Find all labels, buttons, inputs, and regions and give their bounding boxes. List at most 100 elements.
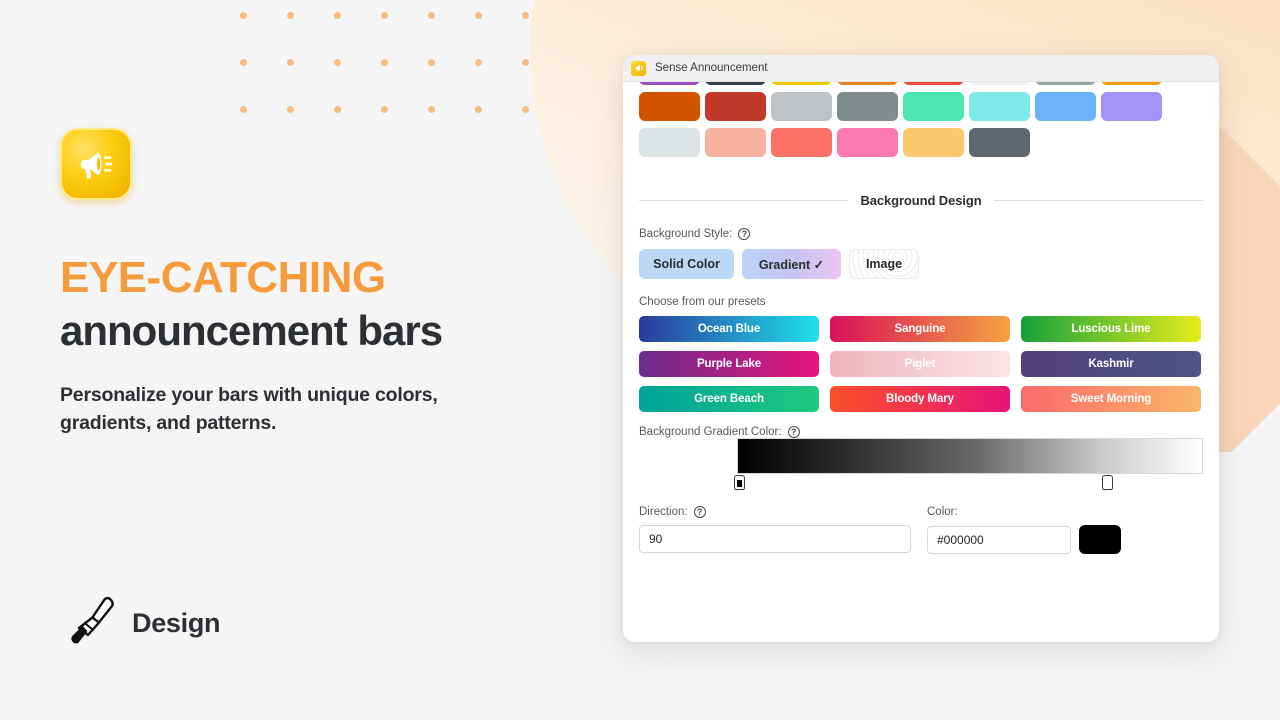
style-option-gradient[interactable]: Gradient ✓ — [742, 249, 841, 279]
color-swatch[interactable] — [771, 128, 832, 157]
gradient-preview-bar[interactable] — [737, 438, 1203, 474]
style-option-image[interactable]: Image — [849, 249, 919, 279]
color-input-row — [927, 525, 1203, 554]
gradient-preset-purple-lake[interactable]: Purple Lake — [639, 351, 819, 377]
color-swatch[interactable] — [1035, 82, 1096, 85]
gradient-color-label-text: Background Gradient Color: — [639, 426, 782, 438]
hero-subcopy: Personalize your bars with unique colors… — [60, 384, 438, 434]
dot — [240, 12, 247, 19]
dot — [240, 106, 247, 113]
gradient-color-section: Background Gradient Color: ? — [639, 426, 1203, 490]
dot — [287, 59, 294, 66]
divider-line-right — [993, 200, 1204, 201]
color-swatch[interactable] — [837, 128, 898, 157]
section-divider-background-design: Background Design — [639, 193, 1204, 208]
dot — [428, 59, 435, 66]
dot — [522, 59, 529, 66]
style-option-solid-color-label: Solid Color — [653, 257, 720, 271]
dot — [334, 106, 341, 113]
dot — [522, 106, 529, 113]
settings-panel: Background Design Background Style: ? So… — [623, 82, 1219, 642]
window-title: Sense Announcement — [655, 62, 768, 74]
color-swatch[interactable] — [771, 82, 832, 85]
dot — [287, 106, 294, 113]
section-title: Background Design — [860, 193, 982, 208]
direction-label: Direction: ? — [639, 506, 911, 518]
background-style-label: Background Style: ? — [639, 228, 1203, 240]
dot — [475, 12, 482, 19]
question-mark-icon[interactable]: ? — [693, 506, 706, 518]
color-swatch[interactable] — [969, 82, 1030, 85]
megaphone-favicon — [631, 60, 646, 76]
color-swatch[interactable] — [969, 128, 1030, 157]
question-mark-icon[interactable]: ? — [738, 228, 751, 240]
app-window: Sense Announcement Background Design Bac… — [623, 55, 1219, 642]
style-option-image-label: Image — [865, 257, 903, 271]
dot-pattern — [240, 12, 540, 127]
gradient-settings-row: Direction: ? Color: — [639, 506, 1203, 554]
color-swatch[interactable] — [969, 92, 1030, 121]
color-swatch[interactable] — [705, 92, 766, 121]
direction-input[interactable] — [639, 525, 911, 553]
dot — [381, 12, 388, 19]
headline-accent: EYE-CATCHING — [60, 253, 386, 302]
hero-column: EYE-CATCHING announcement bars Personali… — [60, 128, 580, 438]
color-swatch[interactable] — [705, 128, 766, 157]
gradient-preset-sweet-morning[interactable]: Sweet Morning — [1021, 386, 1201, 412]
gradient-slider[interactable] — [639, 438, 1203, 490]
color-swatch[interactable] — [705, 82, 766, 85]
background-style-label-text: Background Style: — [639, 228, 733, 240]
color-swatch[interactable] — [771, 92, 832, 121]
color-hex-input[interactable] — [927, 526, 1071, 554]
gradient-preset-green-beach[interactable]: Green Beach — [639, 386, 819, 412]
dot — [475, 106, 482, 113]
gradient-preset-kashmir[interactable]: Kashmir — [1021, 351, 1201, 377]
gradient-preset-ocean-blue[interactable]: Ocean Blue — [639, 316, 819, 342]
style-option-solid-color[interactable]: Solid Color — [639, 249, 734, 279]
window-titlebar: Sense Announcement — [623, 55, 1219, 82]
gradient-presets-grid[interactable]: Ocean Blue Sanguine Luscious Lime Purple La… — [639, 316, 1203, 412]
gradient-preset-sanguine[interactable]: Sanguine — [830, 316, 1010, 342]
divider-line-left — [639, 200, 849, 201]
gradient-color-label: Background Gradient Color: ? — [639, 426, 1203, 438]
design-footer: Design — [62, 595, 221, 652]
style-option-gradient-label: Gradient ✓ — [758, 257, 825, 272]
design-label: Design — [132, 608, 221, 638]
gradient-preset-bloody-mary[interactable]: Bloody Mary — [830, 386, 1010, 412]
color-swatch[interactable] — [639, 92, 700, 121]
gradient-stop-handle-start[interactable] — [734, 475, 745, 490]
color-swatch[interactable] — [1101, 92, 1162, 121]
color-label: Color: — [927, 506, 1203, 518]
color-swatch[interactable] — [837, 92, 898, 121]
direction-label-text: Direction: — [639, 506, 688, 518]
color-swatch[interactable] — [837, 82, 898, 85]
question-mark-icon[interactable]: ? — [787, 426, 800, 438]
dot — [428, 106, 435, 113]
color-field: Color: — [927, 506, 1203, 554]
color-swatch[interactable] — [903, 92, 964, 121]
dot — [522, 12, 529, 19]
headline-main: announcement bars — [60, 307, 443, 355]
direction-field: Direction: ? — [639, 506, 911, 554]
color-swatch[interactable] — [1101, 82, 1162, 85]
color-swatch[interactable] — [1035, 92, 1096, 121]
dot — [381, 59, 388, 66]
dot — [381, 106, 388, 113]
dot — [428, 12, 435, 19]
megaphone-icon — [60, 128, 132, 200]
dot — [475, 59, 482, 66]
dot — [334, 59, 341, 66]
gradient-preset-luscious-lime[interactable]: Luscious Lime — [1021, 316, 1201, 342]
color-swatch-grid[interactable] — [639, 82, 1203, 157]
paintbrush-icon — [62, 595, 118, 652]
promo-banner: EYE-CATCHING announcement bars Personali… — [0, 0, 1280, 720]
color-swatch[interactable] — [903, 128, 964, 157]
presets-label: Choose from our presets — [639, 296, 766, 308]
background-style-options: Solid Color Gradient ✓ Image — [639, 249, 1203, 279]
color-swatch-chip[interactable] — [1079, 525, 1121, 554]
gradient-stop-handle-end[interactable] — [1102, 475, 1113, 490]
color-swatch[interactable] — [903, 82, 964, 85]
color-swatch[interactable] — [639, 128, 700, 157]
color-swatch[interactable] — [639, 82, 700, 85]
gradient-preset-piglet[interactable]: Piglet — [830, 351, 1010, 377]
